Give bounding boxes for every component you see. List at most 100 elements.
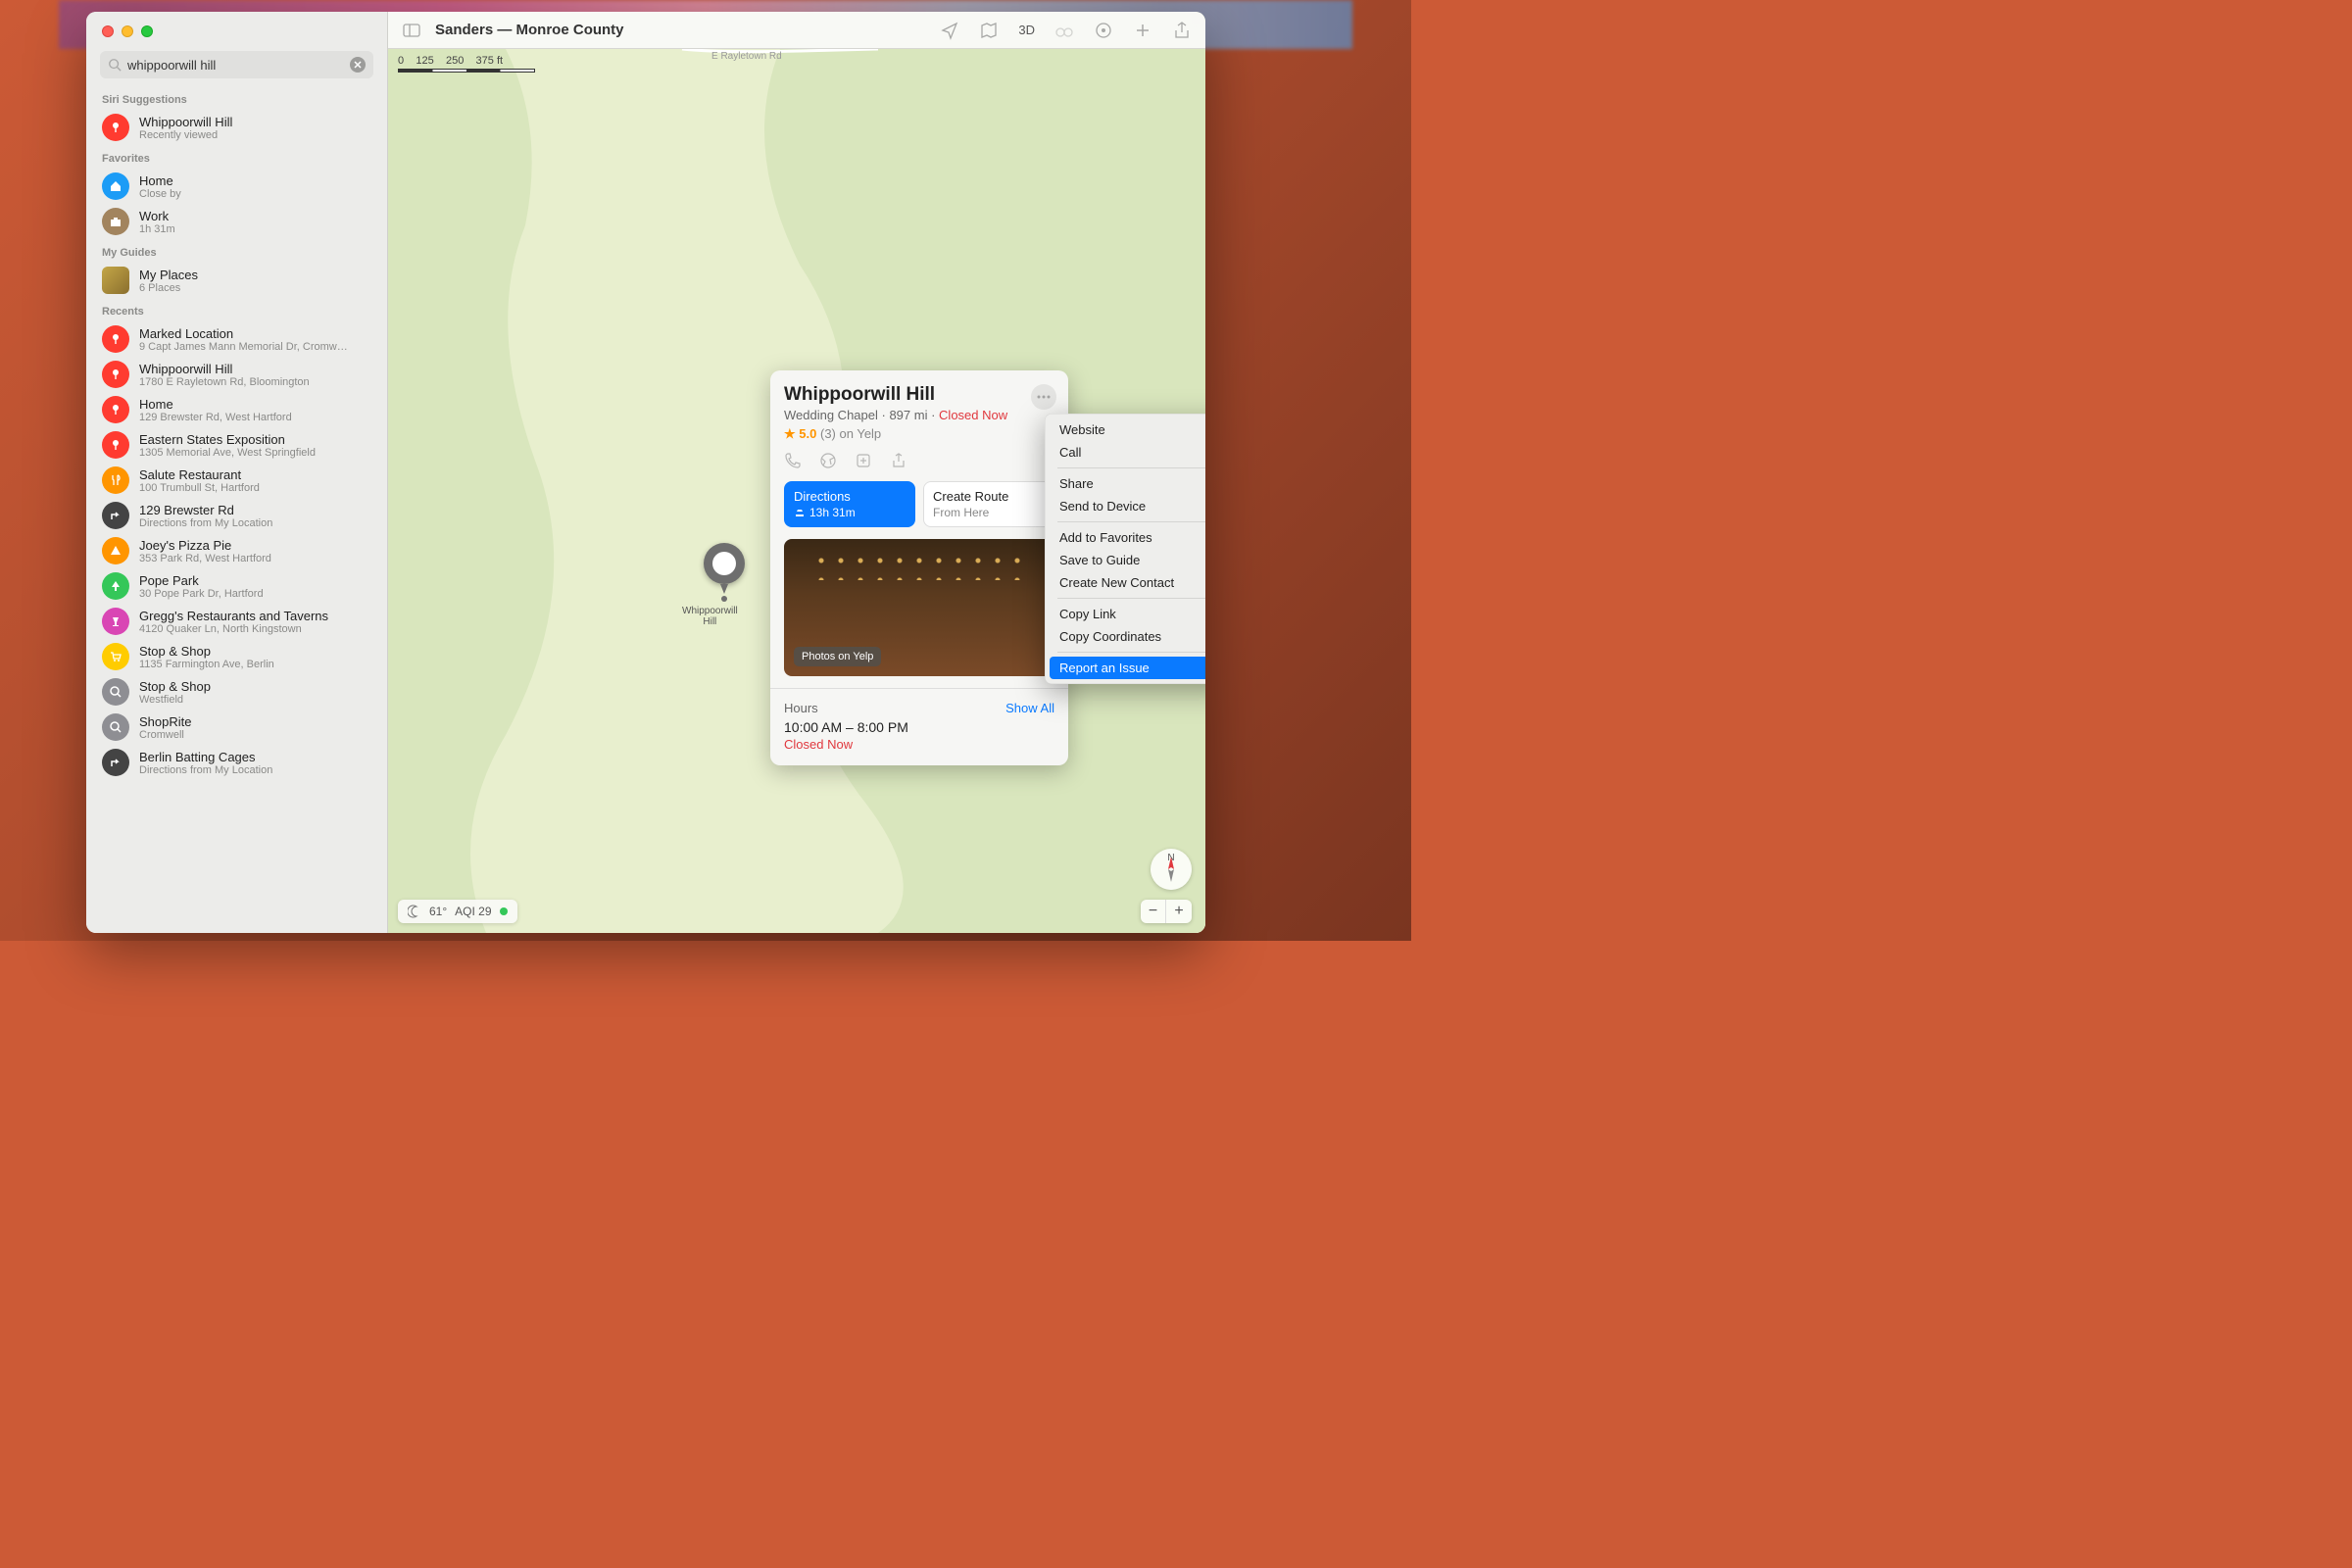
- place-subtitle: Wedding Chapel · 897 mi · Closed Now: [784, 408, 1054, 422]
- minimize-window[interactable]: [122, 25, 133, 37]
- list-item[interactable]: Salute Restaurant100 Trumbull St, Hartfo…: [100, 463, 379, 498]
- menu-item[interactable]: Send to Device›: [1050, 495, 1205, 517]
- item-title: Stop & Shop: [139, 644, 377, 659]
- list-item[interactable]: Joey's Pizza Pie353 Park Rd, West Hartfo…: [100, 533, 379, 568]
- sidebar-list[interactable]: Siri Suggestions Whippoorwill HillRecent…: [86, 86, 387, 933]
- item-title: 129 Brewster Rd: [139, 503, 377, 517]
- map-mode-icon[interactable]: [979, 21, 999, 40]
- add-guide-icon[interactable]: [855, 452, 872, 469]
- list-item[interactable]: My Places6 Places: [100, 263, 379, 298]
- map-area[interactable]: Sanders — Monroe County 3D E Rayletown R…: [388, 12, 1205, 933]
- item-icon: [102, 325, 129, 353]
- item-icon: [102, 608, 129, 635]
- section-favorites: Favorites: [100, 145, 379, 169]
- item-title: My Places: [139, 268, 377, 282]
- menu-item[interactable]: Save to Guide›: [1050, 549, 1205, 571]
- website-icon[interactable]: [819, 452, 837, 469]
- context-menu: WebsiteCall Share›Send to Device› Add to F…: [1045, 414, 1205, 684]
- binoculars-icon[interactable]: [1054, 21, 1074, 40]
- list-item[interactable]: Whippoorwill Hill1780 E Rayletown Rd, Bl…: [100, 357, 379, 392]
- list-item[interactable]: Stop & ShopWestfield: [100, 674, 379, 710]
- list-item[interactable]: Work1h 31m: [100, 204, 379, 239]
- car-icon: [794, 507, 806, 518]
- item-title: Joey's Pizza Pie: [139, 538, 377, 553]
- compass[interactable]: N: [1151, 849, 1192, 890]
- item-title: Home: [139, 397, 377, 412]
- item-subtitle: 353 Park Rd, West Hartford: [139, 553, 377, 564]
- zoom-controls: − +: [1141, 900, 1192, 923]
- phone-icon[interactable]: [784, 452, 802, 469]
- add-icon[interactable]: [1133, 21, 1152, 40]
- menu-item[interactable]: Share›: [1050, 472, 1205, 495]
- search-input[interactable]: [122, 58, 350, 73]
- item-icon: [102, 208, 129, 235]
- menu-item[interactable]: Report an Issue: [1050, 657, 1205, 679]
- zoom-in[interactable]: +: [1166, 900, 1192, 923]
- list-item[interactable]: Eastern States Exposition1305 Memorial A…: [100, 427, 379, 463]
- list-item[interactable]: Marked Location9 Capt James Mann Memoria…: [100, 321, 379, 357]
- list-item[interactable]: Home129 Brewster Rd, West Hartford: [100, 392, 379, 427]
- aqi-dot-icon: [500, 907, 508, 915]
- list-item[interactable]: Whippoorwill HillRecently viewed: [100, 110, 379, 145]
- place-photo[interactable]: Photos on Yelp: [784, 539, 1054, 676]
- list-item[interactable]: ShopRiteCromwell: [100, 710, 379, 745]
- search-field[interactable]: [100, 51, 373, 78]
- directions-button[interactable]: Directions 13h 31m: [784, 481, 915, 527]
- share-icon[interactable]: [1172, 21, 1192, 40]
- share-place-icon[interactable]: [890, 452, 907, 469]
- item-title: Eastern States Exposition: [139, 432, 377, 447]
- list-item[interactable]: 129 Brewster RdDirections from My Locati…: [100, 498, 379, 533]
- list-item[interactable]: HomeClose by: [100, 169, 379, 204]
- section-siri: Siri Suggestions: [100, 86, 379, 110]
- item-icon: [102, 572, 129, 600]
- item-subtitle: Westfield: [139, 694, 377, 706]
- photo-source-chip: Photos on Yelp: [794, 647, 881, 666]
- item-icon: [102, 431, 129, 459]
- menu-item[interactable]: Call: [1050, 441, 1205, 464]
- location-arrow-icon[interactable]: [940, 21, 959, 40]
- menu-item[interactable]: Copy Link: [1050, 603, 1205, 625]
- settings-icon[interactable]: [1094, 21, 1113, 40]
- menu-item[interactable]: Copy Coordinates: [1050, 625, 1205, 648]
- item-icon: [102, 172, 129, 200]
- menu-item[interactable]: Add to Favorites: [1050, 526, 1205, 549]
- zoom-window[interactable]: [141, 25, 153, 37]
- show-all-hours[interactable]: Show All: [1005, 701, 1054, 715]
- item-title: Home: [139, 173, 377, 188]
- 3d-toggle[interactable]: 3D: [1018, 23, 1035, 37]
- list-item[interactable]: Stop & Shop1135 Farmington Ave, Berlin: [100, 639, 379, 674]
- menu-item[interactable]: Website: [1050, 418, 1205, 441]
- item-subtitle: 6 Places: [139, 282, 377, 294]
- menu-item[interactable]: Create New Contact: [1050, 571, 1205, 594]
- road-label: E Rayletown Rd: [711, 51, 782, 62]
- item-subtitle: Cromwell: [139, 729, 377, 741]
- scale-bar: 0 125 250 375 ft: [398, 55, 535, 73]
- clear-search-icon[interactable]: [350, 57, 366, 73]
- item-icon: [102, 643, 129, 670]
- item-subtitle: Directions from My Location: [139, 764, 377, 776]
- toolbar: Sanders — Monroe County 3D: [388, 12, 1205, 49]
- sidebar-toggle-icon[interactable]: [402, 21, 421, 40]
- section-recents: Recents: [100, 298, 379, 321]
- item-icon: [102, 502, 129, 529]
- create-route-button[interactable]: Create Route From Here: [923, 481, 1054, 527]
- close-window[interactable]: [102, 25, 114, 37]
- item-icon: [102, 396, 129, 423]
- item-title: Pope Park: [139, 573, 377, 588]
- item-subtitle: 1780 E Rayletown Rd, Bloomington: [139, 376, 377, 388]
- list-item[interactable]: Pope Park30 Pope Park Dr, Hartford: [100, 568, 379, 604]
- zoom-out[interactable]: −: [1141, 900, 1166, 923]
- list-item[interactable]: Berlin Batting CagesDirections from My L…: [100, 745, 379, 780]
- hours-section: HoursShow All 10:00 AM – 8:00 PM Closed …: [784, 701, 1054, 752]
- map-canvas[interactable]: E Rayletown Rd 0 125 250 375 ft Whippoor…: [388, 49, 1205, 933]
- item-subtitle: 9 Capt James Mann Memorial Dr, Cromw…: [139, 341, 377, 353]
- moon-icon: [408, 905, 421, 918]
- item-icon: [102, 114, 129, 141]
- item-icon: [102, 678, 129, 706]
- sidebar: Siri Suggestions Whippoorwill HillRecent…: [86, 12, 388, 933]
- map-pin[interactable]: [704, 543, 745, 604]
- item-subtitle: Directions from My Location: [139, 517, 377, 529]
- more-button[interactable]: [1031, 384, 1056, 410]
- item-title: ShopRite: [139, 714, 377, 729]
- list-item[interactable]: Gregg's Restaurants and Taverns4120 Quak…: [100, 604, 379, 639]
